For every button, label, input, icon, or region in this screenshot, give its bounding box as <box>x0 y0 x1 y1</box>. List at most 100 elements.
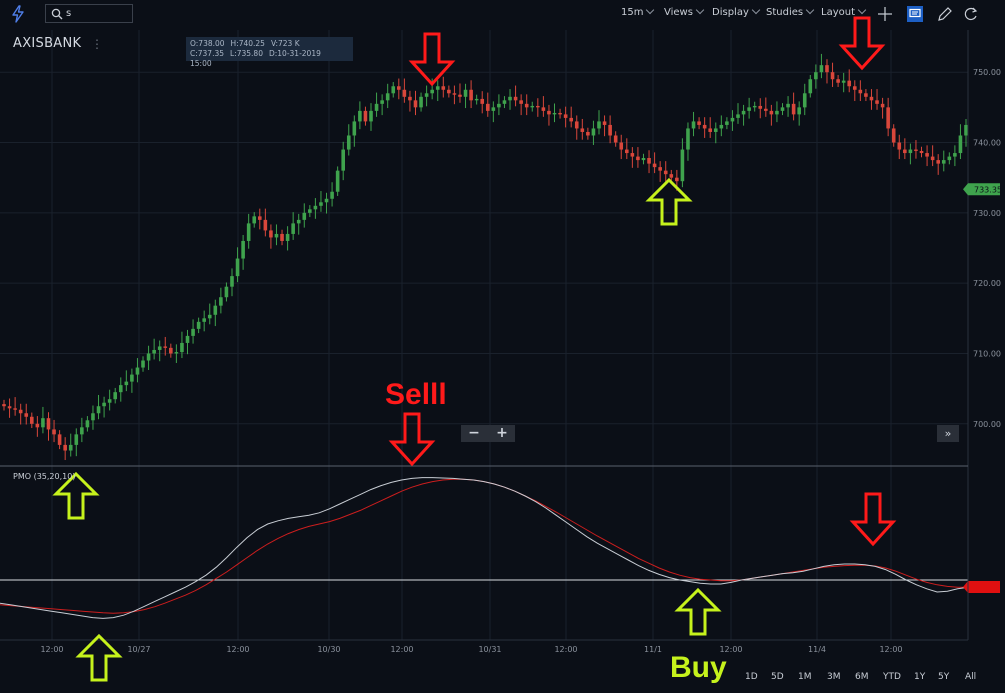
range-ytd-button[interactable]: YTD <box>883 672 901 682</box>
time-tick-label: 12:00 <box>226 645 249 654</box>
candle-body <box>452 93 457 95</box>
candle-body <box>497 103 501 108</box>
candle-body <box>57 434 62 445</box>
zoom-controls: − + <box>461 425 515 442</box>
candle-body <box>769 110 774 115</box>
candle-body <box>335 170 340 192</box>
candle-body <box>330 191 334 199</box>
candle-body <box>246 223 251 241</box>
candle-body <box>658 167 662 171</box>
candle-body <box>102 402 106 407</box>
candle-body <box>825 65 829 73</box>
candle-body <box>13 408 17 410</box>
candle-body <box>185 335 190 343</box>
range-6m-button[interactable]: 6M <box>855 672 869 682</box>
grid-lines <box>0 30 968 640</box>
time-tick-label: 10/31 <box>478 645 501 654</box>
scroll-to-latest-button[interactable]: » <box>937 425 959 442</box>
chart-canvas[interactable]: 750.00 740.00 730.00 720.00 710.00 700.00 12:0… <box>0 0 1005 693</box>
candle-body <box>469 89 473 101</box>
candle-body <box>791 103 796 115</box>
candle-body <box>519 100 523 104</box>
indicator-label[interactable]: PMO (35,20,10) <box>13 472 75 481</box>
ohlc-open: O:738.00 <box>190 39 225 48</box>
candle-body <box>897 142 902 150</box>
price-tick-label: 700.00 <box>973 420 1001 429</box>
candle-body <box>302 212 307 220</box>
candle-body <box>580 128 585 132</box>
candle-body <box>441 86 446 90</box>
range-1y-button[interactable]: 1Y <box>914 672 925 682</box>
range-3m-button[interactable]: 3M <box>827 672 841 682</box>
candle-body <box>174 352 179 354</box>
candle-body <box>85 420 90 428</box>
candle-body <box>163 346 168 348</box>
candle-body <box>953 153 957 157</box>
sell-arrow-icon <box>388 412 436 467</box>
candle-body <box>836 79 840 83</box>
buy-arrow-icon <box>645 177 693 226</box>
candle-body <box>641 157 646 161</box>
candle-body <box>663 170 668 175</box>
candle-body <box>941 160 946 164</box>
ohlc-low: L:735.80 <box>230 49 263 58</box>
candle-body <box>508 96 512 101</box>
candle-body <box>563 114 568 118</box>
pmo-line <box>0 477 969 619</box>
time-tick-label: 10/27 <box>127 645 150 654</box>
candle-body <box>241 240 245 259</box>
candle-body <box>252 216 257 224</box>
candle-body <box>7 406 12 409</box>
candle-body <box>397 86 401 90</box>
candle-body <box>424 93 429 97</box>
range-all-button[interactable]: All <box>965 672 976 682</box>
time-tick-label: 11/1 <box>644 645 662 654</box>
candle-body <box>280 233 284 241</box>
last-price-label: 733.35 <box>974 185 1002 194</box>
buy-arrow-icon <box>75 633 123 682</box>
candle-body <box>463 89 468 97</box>
candle-body <box>458 94 462 97</box>
candle-body <box>118 385 123 393</box>
range-1m-button[interactable]: 1M <box>798 672 812 682</box>
candle-body <box>552 112 557 115</box>
price-tick-label: 730.00 <box>973 209 1001 218</box>
candle-body <box>624 149 629 154</box>
zoom-in-button[interactable]: + <box>489 425 515 442</box>
candle-body <box>569 117 573 122</box>
time-tick-label: 12:00 <box>879 645 902 654</box>
range-5d-button[interactable]: 5D <box>771 672 784 682</box>
candle-body <box>430 89 434 94</box>
candle-body <box>947 156 952 161</box>
candle-body <box>908 149 913 154</box>
range-5y-button[interactable]: 5Y <box>938 672 949 682</box>
candle-body <box>752 105 757 108</box>
candle-body <box>24 413 29 417</box>
candle-body <box>180 342 184 353</box>
candle-body <box>202 318 206 322</box>
symbol-name[interactable]: AXISBANK <box>13 36 81 51</box>
candle-body <box>30 416 34 424</box>
axes: 750.00 740.00 730.00 720.00 710.00 700.00 12:0… <box>0 30 1002 654</box>
candle-body <box>891 128 896 143</box>
candle-body <box>775 110 779 115</box>
range-1d-button[interactable]: 1D <box>745 672 758 682</box>
candle-body <box>802 93 807 108</box>
candle-body <box>352 121 357 136</box>
candle-body <box>903 149 907 154</box>
candle-body <box>52 429 56 435</box>
candle-body <box>764 108 768 111</box>
candle-body <box>702 124 707 129</box>
candle-body <box>547 110 551 115</box>
candle-body <box>63 444 67 451</box>
candle-body <box>524 103 529 108</box>
candle-body <box>224 286 229 298</box>
candle-body <box>35 423 40 428</box>
candle-body <box>597 121 601 129</box>
zoom-out-button[interactable]: − <box>461 425 487 442</box>
candle-body <box>257 216 262 220</box>
symbol-menu-icon[interactable]: ⋮ <box>91 37 103 51</box>
candle-body <box>374 103 379 111</box>
candle-body <box>169 347 173 354</box>
candle-body <box>485 103 490 111</box>
